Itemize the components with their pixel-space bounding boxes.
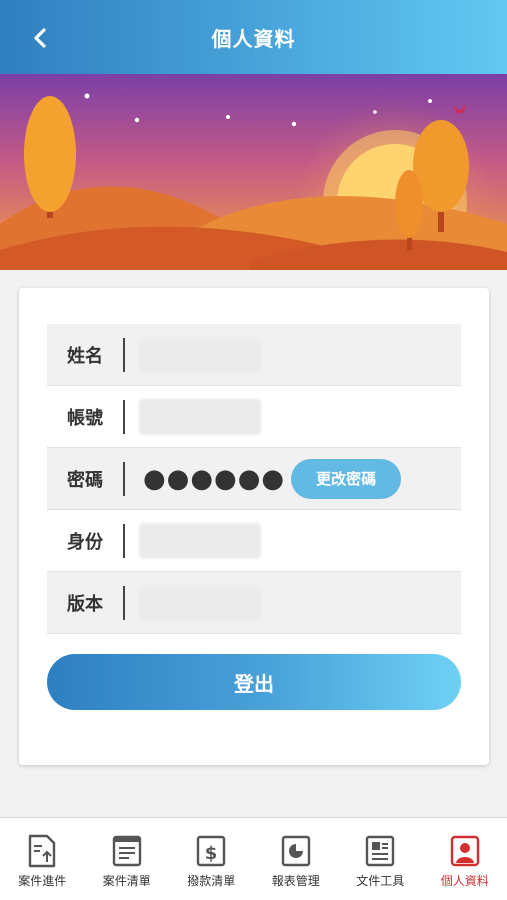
- banner-illustration: [0, 74, 507, 270]
- tab-case-submission[interactable]: 案件進件: [0, 818, 85, 900]
- logout-button[interactable]: 登出: [47, 654, 461, 710]
- tab-label: 撥款清單: [187, 874, 236, 888]
- list-icon: [112, 835, 141, 867]
- header-bar: 個人資料: [0, 0, 507, 74]
- tab-label: 案件進件: [18, 874, 67, 888]
- account-value-redacted: [139, 398, 261, 435]
- row-label: 版本: [67, 593, 103, 615]
- tab-label: 報表管理: [271, 874, 320, 888]
- tab-label: 個人資料: [440, 874, 489, 888]
- row-label: 密碼: [67, 469, 103, 491]
- row-name: 姓名: [47, 324, 461, 386]
- page-title: 個人資料: [211, 26, 296, 51]
- row-version: 版本: [47, 572, 461, 634]
- document-icon: [366, 835, 395, 867]
- password-mask: ●●●●●●: [143, 463, 286, 494]
- row-account: 帳號: [47, 386, 461, 448]
- divider: [123, 585, 125, 620]
- dollar-icon: $: [197, 835, 226, 867]
- file-upload-icon: [29, 834, 56, 868]
- row-label: 身份: [67, 531, 103, 553]
- bottom-tab-bar: 案件進件 案件清單 $ 撥款清單 報表管理 文件工具 個人資料: [0, 817, 507, 900]
- row-label: 帳號: [67, 407, 103, 429]
- row-role: 身份: [47, 510, 461, 572]
- version-value-redacted: [139, 584, 261, 621]
- pie-chart-icon: [281, 835, 310, 867]
- row-label: 姓名: [67, 345, 103, 367]
- tab-label: 文件工具: [356, 874, 405, 888]
- tab-label: 案件清單: [102, 874, 151, 888]
- divider: [123, 337, 125, 372]
- profile-rows: 姓名 帳號 密碼 ●●●●●● 更改密碼 身份 版本: [47, 324, 461, 634]
- tab-document-tools[interactable]: 文件工具: [338, 818, 423, 900]
- back-button[interactable]: [22, 20, 58, 56]
- role-value-redacted: [139, 522, 261, 559]
- divider: [123, 461, 125, 496]
- tab-report-management[interactable]: 報表管理: [254, 818, 339, 900]
- user-icon: [450, 835, 479, 867]
- divider: [123, 399, 125, 434]
- chevron-left-icon: [34, 28, 46, 48]
- tab-disbursement-list[interactable]: $ 撥款清單: [169, 818, 254, 900]
- svg-text:$: $: [205, 843, 218, 864]
- profile-card: 姓名 帳號 密碼 ●●●●●● 更改密碼 身份 版本 登出: [19, 288, 489, 765]
- row-password: 密碼 ●●●●●● 更改密碼: [47, 448, 461, 510]
- tab-case-list[interactable]: 案件清單: [85, 818, 170, 900]
- divider: [123, 523, 125, 558]
- name-value-redacted: [139, 336, 261, 373]
- change-password-button[interactable]: 更改密碼: [291, 458, 402, 499]
- tab-profile[interactable]: 個人資料: [423, 818, 507, 900]
